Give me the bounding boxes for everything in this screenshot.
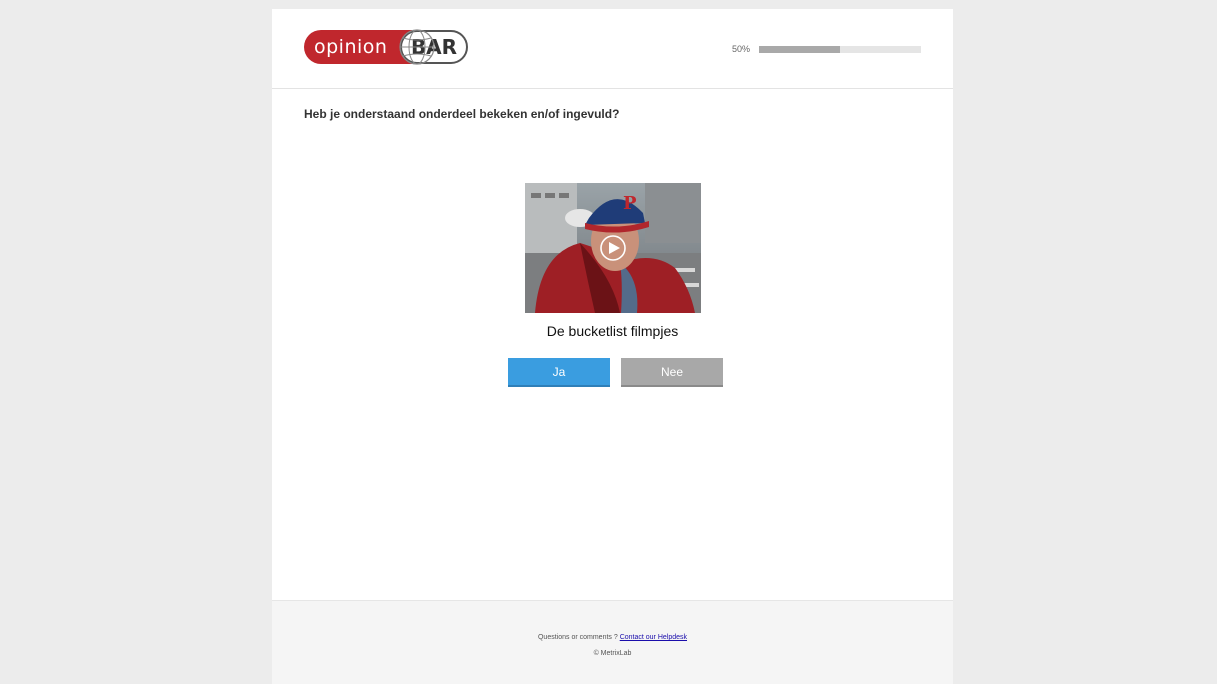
footer-question-text: Questions or comments ? — [537, 634, 620, 641]
progress-bar — [759, 46, 921, 53]
logo-left-text: opinion — [304, 30, 412, 64]
video-thumbnail-image: P — [525, 183, 701, 313]
video-thumbnail[interactable]: P — [525, 183, 701, 313]
helpdesk-link[interactable]: Contact our Helpdesk — [620, 634, 687, 641]
footer-contact-line: Questions or comments ? Contact our Help… — [272, 634, 953, 641]
progress-label: 50% — [732, 44, 751, 54]
opinionbar-logo: opinion BAR — [304, 29, 468, 65]
globe-icon — [399, 29, 435, 65]
no-button[interactable]: Nee — [621, 358, 723, 387]
footer: Questions or comments ? Contact our Help… — [272, 600, 953, 684]
survey-page: opinion BAR 50% Heb je onderstaand onder… — [272, 9, 953, 684]
footer-copyright: © MetrixLab — [593, 650, 632, 657]
video-caption: De bucketlist filmpjes — [546, 323, 679, 339]
yes-button[interactable]: Ja — [508, 358, 610, 387]
svg-text:P: P — [623, 193, 637, 214]
question-text: Heb je onderstaand onderdeel bekeken en/… — [304, 107, 620, 121]
header: opinion BAR 50% — [272, 9, 953, 89]
progress-bar-fill — [759, 46, 840, 53]
